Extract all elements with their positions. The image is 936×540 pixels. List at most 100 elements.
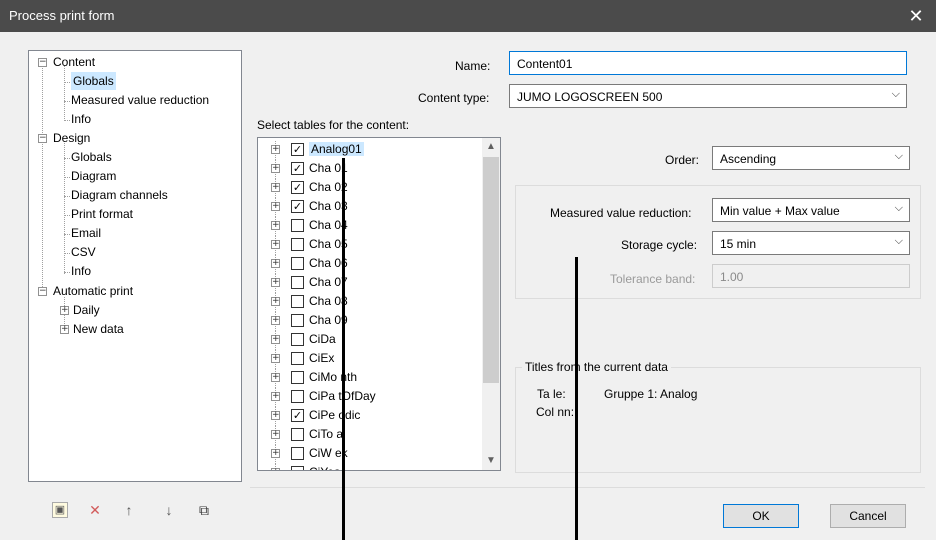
table-checkbox[interactable] (291, 219, 304, 232)
expand-icon[interactable]: + (271, 183, 280, 192)
overlay-marker (575, 257, 578, 540)
table-row[interactable]: + Cha 05 (258, 236, 482, 255)
table-row[interactable]: + ✓ Cha 03 (258, 198, 482, 217)
table-row[interactable]: + CiMo nth (258, 369, 482, 388)
scroll-down-icon[interactable]: ▼ (482, 452, 500, 470)
expand-icon[interactable]: + (271, 221, 280, 230)
expand-icon[interactable]: + (271, 164, 280, 173)
order-label: Order: (665, 153, 700, 167)
close-icon[interactable]: ✕ (896, 0, 936, 32)
expand-icon[interactable]: + (271, 373, 280, 382)
navigation-tree[interactable]: − Content Globals Measured value reducti… (28, 50, 242, 482)
table-row[interactable]: + Cha 07 (258, 274, 482, 293)
tables-list[interactable]: + ✓ Analog01 + ✓ Cha 01 + ✓ Cha 02 + ✓ Cha 03 + Cha 0… (257, 137, 501, 471)
expand-icon[interactable]: + (271, 297, 280, 306)
table-row[interactable]: + Cha 09 (258, 312, 482, 331)
name-input[interactable]: Content01 (509, 51, 907, 75)
expand-icon[interactable]: + (271, 240, 280, 249)
delete-icon[interactable]: ✕ (85, 500, 105, 520)
table-row[interactable]: + CiYea (258, 464, 482, 470)
tree-item-design-globals[interactable]: Globals (71, 148, 112, 166)
table-checkbox[interactable] (291, 428, 304, 441)
table-row[interactable]: + CiEx (258, 350, 482, 369)
cancel-button[interactable]: Cancel (830, 504, 906, 528)
table-checkbox[interactable]: ✓ (291, 143, 304, 156)
tables-scrollbar[interactable]: ▲ ▼ (482, 138, 500, 470)
table-checkbox[interactable] (291, 466, 304, 470)
expand-icon[interactable]: + (271, 430, 280, 439)
table-checkbox[interactable]: ✓ (291, 409, 304, 422)
table-row[interactable]: + Cha 06 (258, 255, 482, 274)
table-checkbox[interactable] (291, 352, 304, 365)
table-name: CiPe odic (309, 408, 361, 422)
table-row[interactable]: + ✓ CiPe odic (258, 407, 482, 426)
expand-icon[interactable]: + (271, 392, 280, 401)
table-checkbox[interactable] (291, 295, 304, 308)
tree-item-automatic-print[interactable]: Automatic print (53, 282, 133, 300)
new-item-icon[interactable]: ▣ (52, 502, 68, 518)
tree-item-design-info[interactable]: Info (71, 262, 91, 280)
table-checkbox[interactable] (291, 447, 304, 460)
table-row[interactable]: + ✓ Cha 01 (258, 160, 482, 179)
collapse-icon[interactable]: − (38, 134, 47, 143)
expand-icon[interactable]: + (271, 354, 280, 363)
tree-item-content-info[interactable]: Info (71, 110, 91, 128)
table-checkbox[interactable] (291, 257, 304, 270)
copy-icon[interactable]: ⧉ (194, 500, 214, 520)
collapse-icon[interactable]: − (38, 287, 47, 296)
table-row[interactable]: + Cha 08 (258, 293, 482, 312)
expand-icon[interactable]: + (271, 449, 280, 458)
tolerance-band-input[interactable]: 1.00 (712, 264, 910, 288)
move-down-icon[interactable]: ↓ (159, 500, 179, 520)
scroll-up-icon[interactable]: ▲ (482, 138, 500, 156)
expand-icon[interactable]: + (60, 306, 69, 315)
collapse-icon[interactable]: − (38, 58, 47, 67)
table-row[interactable]: + CiTo al (258, 426, 482, 445)
table-checkbox[interactable] (291, 390, 304, 403)
measured-value-reduction-select[interactable]: Min value + Max value ⌵ (712, 198, 910, 222)
table-checkbox[interactable] (291, 333, 304, 346)
table-checkbox[interactable]: ✓ (291, 181, 304, 194)
expand-icon[interactable]: + (271, 411, 280, 420)
tree-item-content-globals[interactable]: Globals (71, 72, 116, 90)
expand-icon[interactable]: + (271, 278, 280, 287)
tree-item-content[interactable]: Content (53, 53, 95, 71)
table-row[interactable]: + CiPa tOfDay (258, 388, 482, 407)
tree-item-diagram[interactable]: Diagram (71, 167, 116, 185)
tree-item-print-format[interactable]: Print format (71, 205, 133, 223)
scroll-thumb[interactable] (483, 157, 499, 383)
tree-item-daily[interactable]: Daily (73, 301, 100, 319)
table-checkbox[interactable] (291, 276, 304, 289)
expand-icon[interactable]: + (60, 325, 69, 334)
move-up-icon[interactable]: ↑ (119, 500, 139, 520)
tree-item-csv[interactable]: CSV (71, 243, 96, 261)
table-row[interactable]: + ✓ Cha 02 (258, 179, 482, 198)
tree-item-email[interactable]: Email (71, 224, 101, 242)
order-select[interactable]: Ascending ⌵ (712, 146, 910, 170)
ok-button[interactable]: OK (723, 504, 799, 528)
expand-icon[interactable]: + (271, 202, 280, 211)
table-checkbox[interactable]: ✓ (291, 200, 304, 213)
table-row[interactable]: + ✓ Analog01 (258, 141, 482, 160)
tree-item-new-data[interactable]: New data (73, 320, 124, 338)
table-row[interactable]: + CiW ek (258, 445, 482, 464)
expand-icon[interactable]: + (271, 259, 280, 268)
expand-icon[interactable]: + (271, 316, 280, 325)
content-type-select[interactable]: JUMO LOGOSCREEN 500 ⌵ (509, 84, 907, 108)
chevron-down-icon: ⌵ (894, 150, 903, 162)
storage-cycle-select[interactable]: 15 min ⌵ (712, 231, 910, 255)
tree-guide (64, 101, 70, 102)
tree-item-design[interactable]: Design (53, 129, 90, 147)
tree-guide (64, 272, 70, 273)
tree-item-diagram-channels[interactable]: Diagram channels (71, 186, 168, 204)
table-row[interactable]: + CiDa (258, 331, 482, 350)
table-checkbox[interactable] (291, 314, 304, 327)
expand-icon[interactable]: + (271, 468, 280, 470)
tree-item-measured-value-reduction[interactable]: Measured value reduction (71, 91, 209, 109)
table-checkbox[interactable]: ✓ (291, 162, 304, 175)
table-row[interactable]: + Cha 04 (258, 217, 482, 236)
table-checkbox[interactable] (291, 238, 304, 251)
expand-icon[interactable]: + (271, 145, 280, 154)
expand-icon[interactable]: + (271, 335, 280, 344)
table-checkbox[interactable] (291, 371, 304, 384)
